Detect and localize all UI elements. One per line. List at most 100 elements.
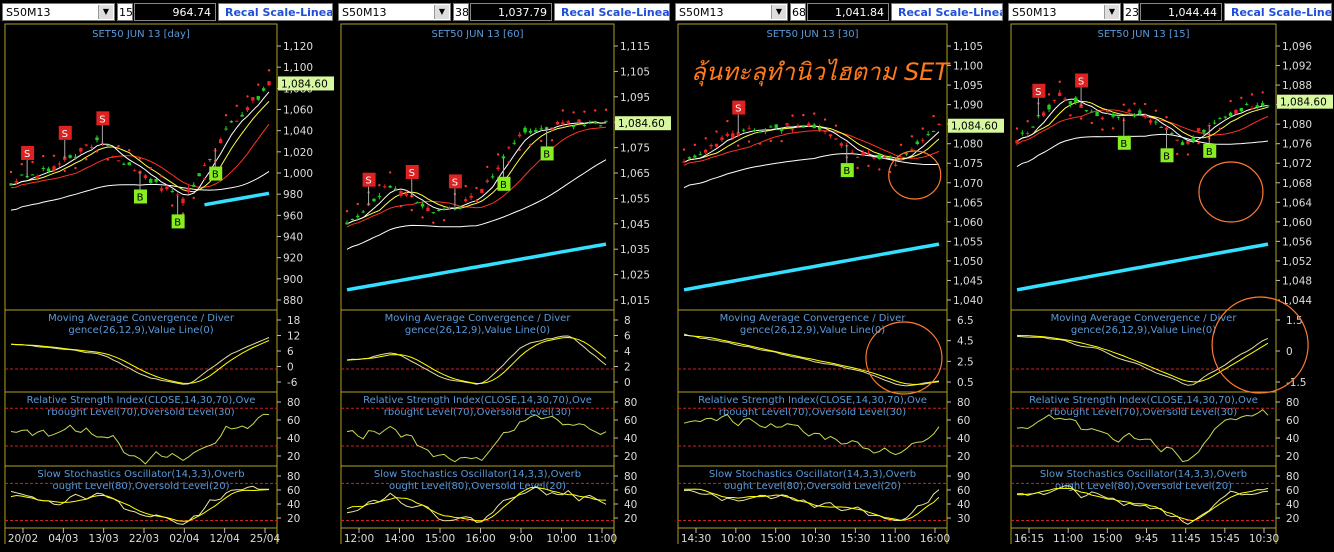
trend-line <box>1016 242 1269 292</box>
candle-body <box>372 198 376 202</box>
candle-body <box>485 180 489 183</box>
price-tick-label: 1,050 <box>953 256 983 268</box>
sar-dot <box>224 113 228 117</box>
sar-dot <box>117 144 120 148</box>
candle-body <box>170 191 174 193</box>
sar-dot <box>813 112 816 115</box>
price-tick-label: 1,100 <box>283 62 313 74</box>
indicator-title: Relative Strength Index(CLOSE,14,30,70),… <box>363 395 592 406</box>
candle-body <box>817 127 822 130</box>
indicator-tick-label: 20 <box>287 451 300 463</box>
candle-body <box>84 144 88 146</box>
candle-body <box>1031 126 1035 128</box>
sar-dot <box>192 196 195 200</box>
indicator-title: Slow Stochastics Oscillator(14,3,3),Over… <box>37 469 244 480</box>
indicator-title-line2: gence(26,12,9),Value Line(0) <box>68 325 213 336</box>
candle-body <box>698 154 702 156</box>
candle-body <box>828 134 833 137</box>
signal-label: B <box>843 166 850 177</box>
candle-body <box>224 128 228 130</box>
candle-body <box>779 129 784 131</box>
candle-body <box>361 211 365 213</box>
indicator-tick-label: 40 <box>957 499 970 511</box>
candle-body <box>57 163 62 165</box>
indicator-tick-label: 6 <box>624 331 631 343</box>
chart-canvas: 1,1201,1001,0801,0601,0401,0201,00098096… <box>4 23 334 552</box>
candle-body <box>523 127 527 133</box>
indicator-title: Relative Strength Index(CLOSE,14,30,70),… <box>27 395 256 406</box>
candle-body <box>528 130 533 133</box>
sar-dot <box>9 170 13 174</box>
sar-dot <box>106 158 109 161</box>
candle-body <box>496 167 500 170</box>
indicator-tick-label: 20 <box>1286 451 1299 463</box>
sar-dot <box>1250 93 1254 96</box>
candle-body <box>383 186 387 188</box>
candle-body <box>464 199 468 202</box>
candle-body <box>1111 113 1115 117</box>
indicator-title-line2: gence(26,12,9),Value Line(0) <box>405 325 550 336</box>
candle-body <box>1047 104 1051 110</box>
sar-dot <box>594 109 597 112</box>
price-tick-label: 1,076 <box>1282 139 1312 151</box>
candle-body <box>763 131 768 133</box>
sar-dot <box>20 162 23 166</box>
annotation-text: ลุ้นทะลุทำนิวไฮตาม SET <box>691 58 949 86</box>
signal-label: S <box>735 104 741 115</box>
candle-body <box>512 142 516 144</box>
price-tick-label: 1,095 <box>953 80 983 92</box>
sar-dot <box>74 166 77 170</box>
candle-body <box>388 186 392 188</box>
sar-dot <box>726 119 729 123</box>
current-price-label: 1,084.60 <box>281 78 328 90</box>
sar-dot <box>421 216 424 219</box>
price-tick-label: 1,068 <box>1282 178 1312 190</box>
indicator-tick-label: 8 <box>624 315 631 327</box>
candle-body <box>1042 112 1046 116</box>
sar-dot <box>899 143 903 147</box>
price-tick-label: 1,060 <box>953 217 983 229</box>
indicator-tick-label: 80 <box>624 471 637 483</box>
candle-body <box>598 125 603 127</box>
signal-label: B <box>137 192 144 203</box>
rsi-line <box>683 413 940 456</box>
sar-dot <box>267 69 271 72</box>
price-tick-label: 1,075 <box>620 143 650 155</box>
candle-body <box>693 155 697 158</box>
indicator-tick-label: 6 <box>287 346 294 358</box>
indicator-tick-label: 20 <box>624 513 637 525</box>
candle-body <box>20 174 24 176</box>
candle-body <box>202 164 207 166</box>
sar-dot <box>63 169 66 173</box>
indicator-tick-label: 40 <box>957 433 970 445</box>
candle-body <box>534 129 538 133</box>
sar-dot <box>171 204 174 207</box>
candle-body <box>1143 114 1147 117</box>
candle-body <box>593 121 597 123</box>
indicator-tick-label: 60 <box>1286 415 1299 427</box>
candle-body <box>872 157 876 159</box>
candle-body <box>431 212 436 214</box>
candle-body <box>855 156 860 158</box>
price-tick-label: 1,025 <box>620 270 650 282</box>
price-tick-label: 1,088 <box>1282 80 1312 92</box>
candle-body <box>404 193 409 196</box>
candle-body <box>235 120 239 122</box>
candle-body <box>175 194 180 196</box>
candle-body <box>774 124 778 128</box>
indicator-tick-label: 20 <box>957 451 970 463</box>
indicator-tick-label: 4.5 <box>957 336 974 348</box>
sar-dot <box>42 154 45 158</box>
sar-dot <box>737 144 740 147</box>
price-tick-label: 1,070 <box>953 178 983 190</box>
ma-fast-line <box>1016 98 1269 143</box>
price-tick-label: 940 <box>283 232 303 244</box>
chart-title: SET50 JUN 13 [day] <box>92 29 190 40</box>
price-tick-label: 1,065 <box>953 197 983 209</box>
candle-body <box>1180 142 1185 145</box>
price-tick-label: 1,035 <box>620 244 650 256</box>
candle-body <box>1175 139 1179 141</box>
sar-dot <box>1026 120 1029 123</box>
price-tick-label: 1,064 <box>1282 197 1312 209</box>
sar-dot <box>464 184 467 188</box>
